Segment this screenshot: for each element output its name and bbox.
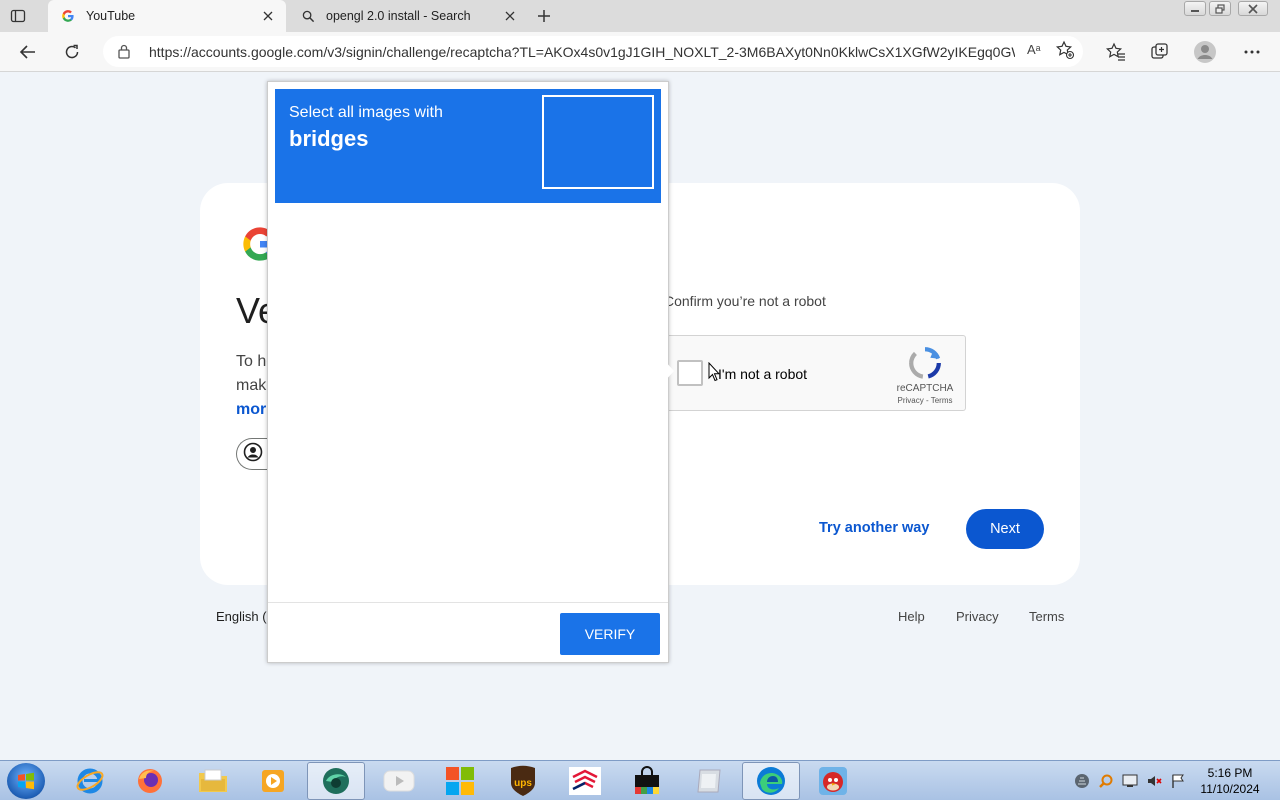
prompt-target: bridges [289, 126, 369, 151]
restore-icon[interactable] [1209, 1, 1231, 16]
read-aloud-icon[interactable]: Aᵃ [1027, 42, 1041, 57]
recaptcha-label: I'm not a robot [718, 366, 808, 382]
new-tab-icon[interactable] [533, 5, 555, 27]
network-icon[interactable] [1074, 773, 1090, 789]
tab-youtube[interactable]: YouTube [48, 0, 286, 32]
recaptcha-challenge-popup: Select all images with bridges VERIFY [267, 81, 669, 663]
close-tab-icon[interactable] [502, 8, 518, 24]
clock-date[interactable]: 11/10/2024 [1192, 782, 1268, 796]
firefox-icon[interactable] [121, 762, 179, 800]
challenge-image-grid[interactable] [275, 203, 661, 601]
action-center-flag-icon[interactable] [1170, 773, 1186, 789]
verify-button[interactable]: VERIFY [560, 613, 660, 655]
back-arrow-icon[interactable] [16, 40, 40, 64]
mouse-cursor-icon [708, 361, 721, 387]
footer-privacy-link[interactable]: Privacy [956, 609, 999, 624]
search-tray-icon[interactable] [1098, 773, 1114, 789]
taskbar: ups 5:16 PM 11/10/2024 [0, 760, 1280, 800]
green-app-icon[interactable] [307, 762, 365, 800]
browser-toolbar: https://accounts.google.com/v3/signin/ch… [0, 32, 1280, 72]
bank-of-america-icon[interactable] [556, 762, 614, 800]
challenge-prompt: Select all images with bridges [275, 89, 661, 203]
footer-terms-link[interactable]: Terms [1029, 609, 1064, 624]
confirm-robot-text: Confirm you’re not a robot [664, 293, 826, 309]
clock-time[interactable]: 5:16 PM [1198, 766, 1262, 780]
file-explorer-icon[interactable] [184, 762, 242, 800]
favorites-icon[interactable] [1104, 40, 1128, 64]
challenge-footer: VERIFY [268, 602, 668, 663]
google-g-icon [60, 8, 76, 24]
display-icon[interactable] [1122, 773, 1138, 789]
media-player-icon[interactable] [244, 762, 302, 800]
try-another-way-button[interactable]: Try another way [819, 520, 929, 536]
tab-search[interactable]: opengl 2.0 install - Search [288, 0, 528, 32]
recaptcha-logo-icon [908, 346, 942, 380]
internet-explorer-icon[interactable] [61, 762, 119, 800]
angry-birds-icon[interactable] [804, 762, 862, 800]
close-tab-icon[interactable] [260, 8, 276, 24]
youtube-icon[interactable] [370, 762, 428, 800]
url-text[interactable]: https://accounts.google.com/v3/signin/ch… [149, 44, 1015, 60]
svg-text:ups: ups [514, 778, 532, 789]
lock-icon[interactable] [117, 44, 131, 64]
volume-muted-icon[interactable] [1146, 773, 1162, 789]
tab-strip: YouTube opengl 2.0 install - Search [0, 0, 1280, 32]
ups-icon[interactable]: ups [494, 762, 552, 800]
refresh-icon[interactable] [60, 40, 84, 64]
search-icon [300, 8, 316, 24]
edge-icon[interactable] [742, 762, 800, 800]
learn-more-link[interactable]: mor [236, 401, 266, 419]
prompt-sample-image [542, 95, 654, 189]
vm-app-icon[interactable] [680, 762, 738, 800]
footer-help-link[interactable]: Help [898, 609, 925, 624]
next-button[interactable]: Next [966, 509, 1044, 549]
profile-avatar-icon[interactable] [1193, 40, 1217, 64]
collections-icon[interactable] [1148, 40, 1172, 64]
account-circle-icon [243, 442, 263, 467]
microsoft-store-icon[interactable] [431, 762, 489, 800]
recaptcha-checkbox[interactable] [677, 360, 703, 386]
tab-actions-icon[interactable] [8, 6, 28, 26]
minimize-icon[interactable] [1184, 1, 1206, 16]
recaptcha-brand: reCAPTCHA [896, 383, 954, 394]
shopping-bag-icon[interactable] [618, 762, 676, 800]
close-window-icon[interactable] [1238, 1, 1268, 16]
popup-pointer [664, 360, 674, 382]
recaptcha-privacy-terms[interactable]: Privacy - Terms [886, 396, 964, 405]
start-button-icon[interactable] [7, 763, 45, 799]
tab-title: YouTube [86, 9, 136, 23]
tab-title: opengl 2.0 install - Search [326, 9, 471, 23]
address-bar[interactable]: https://accounts.google.com/v3/signin/ch… [103, 36, 1083, 67]
prompt-instruction: Select all images with [289, 104, 443, 121]
add-favorite-icon[interactable] [1055, 40, 1075, 65]
more-menu-icon[interactable] [1240, 40, 1264, 64]
